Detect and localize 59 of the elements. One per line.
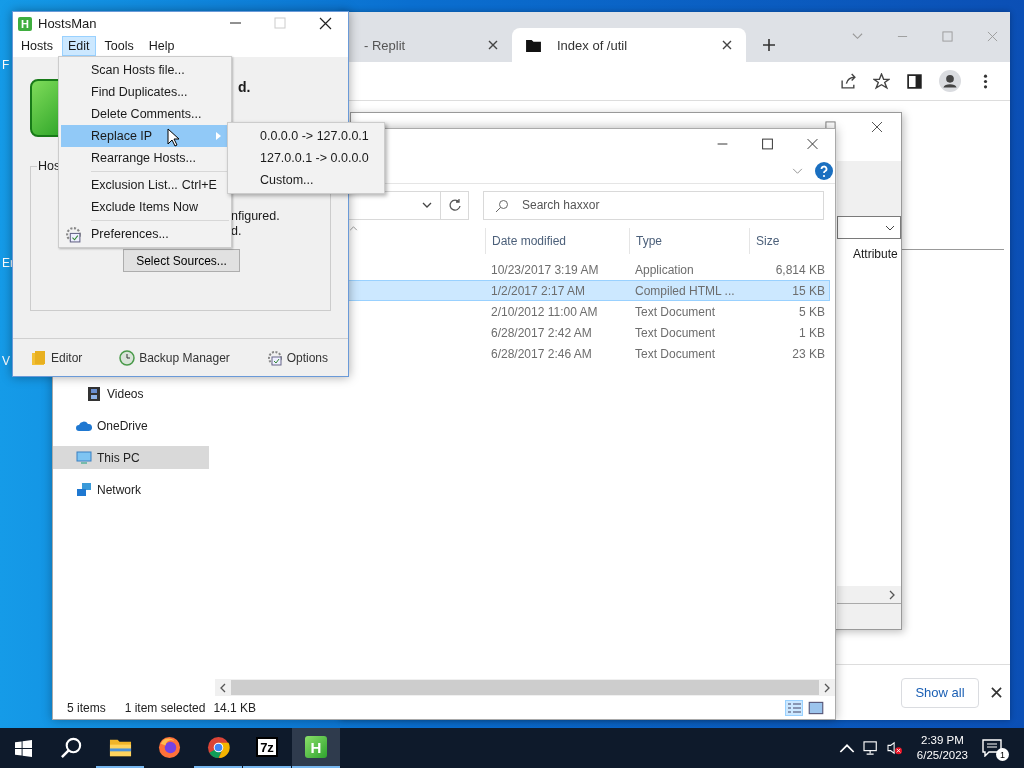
selection-size: 14.1 KB xyxy=(213,700,257,715)
size-cell-text: 5 KB xyxy=(798,303,826,321)
type-cell-text: Text Document xyxy=(634,345,717,363)
type-cell-text: Text Document xyxy=(634,324,717,342)
menu-item[interactable]: Scan Hosts file... xyxy=(61,59,229,81)
clock-time[interactable]: 2:39 PM xyxy=(921,733,964,748)
show-all-button[interactable]: Show all xyxy=(901,677,979,708)
selection-info: 1 item selected xyxy=(124,700,206,715)
type-cell-text: Application xyxy=(634,261,695,279)
menu-item[interactable]: Tools xyxy=(98,36,140,56)
column-header[interactable]: Attribute xyxy=(853,247,898,261)
taskbar-app[interactable]: 7z xyxy=(243,728,291,768)
type-cell-text: Compiled HTML ... xyxy=(634,282,736,300)
nav-item[interactable]: Network xyxy=(53,478,209,501)
menu-item[interactable]: Edit xyxy=(61,36,96,56)
menu-item[interactable]: Replace IP xyxy=(61,125,229,147)
menu-item[interactable]: Exclude Items Now xyxy=(61,196,229,218)
clock-date[interactable]: 6/25/2023 xyxy=(916,748,968,763)
status-text: d. xyxy=(231,224,243,239)
nav-item[interactable]: Videos xyxy=(53,382,209,405)
select-sources-button[interactable]: Select Sources... xyxy=(123,249,240,272)
status-text: nfigured. xyxy=(231,209,281,224)
menu-item[interactable]: Exclusion List... Ctrl+E xyxy=(61,169,229,196)
app-logo[interactable]: 7z xyxy=(256,737,278,757)
date-cell-text: 10/23/2017 3:19 AM xyxy=(490,261,600,279)
date-cell-text: 2/10/2012 11:00 AM xyxy=(490,303,599,321)
nav-item[interactable]: OneDrive xyxy=(53,414,209,437)
toolbar-button[interactable]: Backup Manager xyxy=(119,349,230,366)
menu-item[interactable]: Delete Comments... xyxy=(61,103,229,125)
nav-item[interactable]: This PC xyxy=(53,446,209,469)
size-cell-text: 15 KB xyxy=(791,282,826,300)
date-cell-text: 6/28/2017 2:42 AM xyxy=(490,324,593,342)
menu-item[interactable]: Hosts xyxy=(15,36,59,56)
browser-tab[interactable]: Index of /util xyxy=(512,28,746,62)
toolbar-button[interactable]: Editor xyxy=(31,349,83,366)
date-cell-text: 1/2/2017 2:17 AM xyxy=(490,282,587,300)
notification-count: 1 xyxy=(996,748,1009,761)
size-cell-text: 6,814 KB xyxy=(774,261,826,279)
menu-item[interactable]: Preferences... xyxy=(61,218,229,245)
menu-item[interactable]: Rearrange Hosts... xyxy=(61,147,229,169)
size-cell-text: 1 KB xyxy=(798,324,826,342)
search-field[interactable]: Search haxxor xyxy=(483,190,824,220)
menu-item[interactable]: Custom... xyxy=(228,169,384,191)
menu-item[interactable]: Find Duplicates... xyxy=(61,81,229,103)
column-header[interactable]: Size xyxy=(749,228,829,254)
browser-tab[interactable]: - Replit xyxy=(350,28,512,62)
item-count: 5 items xyxy=(67,700,106,715)
toolbar-button[interactable]: Options xyxy=(266,349,328,366)
window-title: HostsMan xyxy=(38,16,97,31)
type-cell-text: Text Document xyxy=(634,303,717,321)
column-header[interactable]: Type xyxy=(629,228,749,254)
column-header[interactable]: Date modified xyxy=(485,228,629,254)
date-cell-text: 6/28/2017 2:46 AM xyxy=(490,345,593,363)
app-logo: H xyxy=(18,16,32,31)
size-cell-text: 23 KB xyxy=(791,345,826,363)
menu-item[interactable]: Help xyxy=(142,36,181,56)
menu-item[interactable]: 0.0.0.0 -> 127.0.0.1 xyxy=(228,125,384,147)
menu-item[interactable]: 127.0.0.1 -> 0.0.0.0 xyxy=(228,147,384,169)
status-heading: d. xyxy=(238,79,251,95)
